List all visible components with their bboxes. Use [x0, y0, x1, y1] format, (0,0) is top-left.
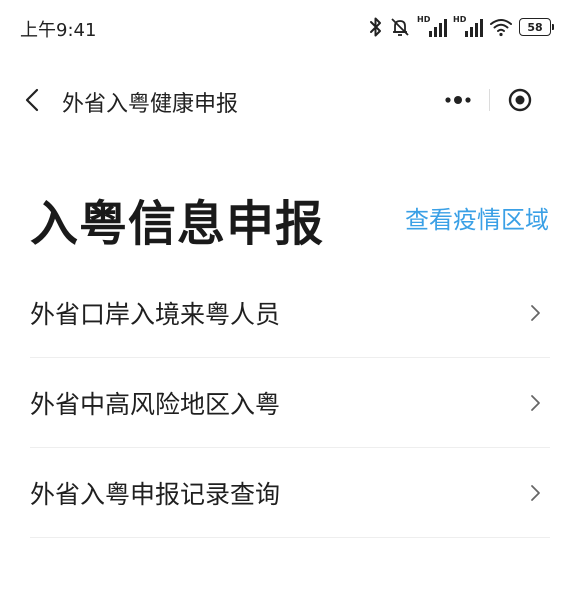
- nav-bar: 外省入粤健康申报: [0, 70, 565, 130]
- signal-hd-icon: HD: [453, 15, 483, 39]
- chevron-right-icon: [531, 394, 540, 411]
- menu-item-label: 外省口岸入境来粤人员: [30, 299, 281, 329]
- close-miniprogram-button[interactable]: [489, 78, 551, 122]
- target-icon: [509, 88, 532, 112]
- chevron-right-icon: [531, 304, 540, 321]
- nav-title: 外省入粤健康申报: [62, 92, 239, 117]
- page-title: 入粤信息申报: [30, 196, 325, 252]
- back-button[interactable]: [12, 80, 52, 120]
- menu-item-label: 外省中高风险地区入粤: [30, 389, 281, 419]
- status-icons: HD HD 58: [369, 14, 554, 40]
- alarm-off-icon: [391, 18, 409, 36]
- hd-label: HD: [417, 15, 431, 24]
- view-epidemic-areas-link[interactable]: 查看疫情区域: [405, 200, 549, 235]
- more-dots-icon: [445, 96, 471, 104]
- hd-label: HD: [453, 15, 467, 24]
- menu-item-risk-area[interactable]: 外省中高风险地区入粤: [30, 358, 550, 448]
- signal-hd-icon: HD: [417, 15, 447, 39]
- bluetooth-icon: [370, 17, 381, 37]
- menu-list: 外省口岸入境来粤人员 外省中高风险地区入粤 外省入粤申报记录查询: [30, 268, 550, 538]
- capsule-menu: [427, 78, 551, 122]
- battery-icon: 58: [519, 18, 554, 36]
- menu-item-port-entry[interactable]: 外省口岸入境来粤人员: [30, 268, 550, 358]
- menu-item-record-query[interactable]: 外省入粤申报记录查询: [30, 448, 550, 538]
- status-bar: 上午9:41 HD HD 58: [0, 0, 565, 56]
- status-time: 上午9:41: [20, 20, 97, 41]
- chevron-left-icon: [25, 88, 39, 112]
- heading-row: 入粤信息申报 查看疫情区域: [0, 180, 565, 260]
- chevron-right-icon: [531, 484, 540, 501]
- wifi-icon: [490, 19, 512, 37]
- menu-item-label: 外省入粤申报记录查询: [30, 479, 281, 509]
- more-button[interactable]: [427, 78, 489, 122]
